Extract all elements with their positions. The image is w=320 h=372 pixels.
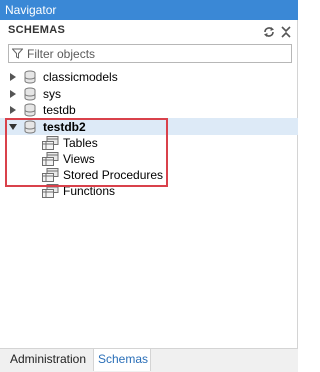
database-icon xyxy=(24,120,36,134)
tree-item-views[interactable]: Views xyxy=(0,151,298,167)
database-icon xyxy=(24,103,36,117)
procedure-folder-icon xyxy=(42,168,59,182)
database-icon xyxy=(24,70,36,84)
schema-label: testdb xyxy=(43,103,76,117)
database-icon xyxy=(24,87,36,101)
filter-objects-input[interactable] xyxy=(25,45,291,62)
view-folder-icon xyxy=(42,152,59,166)
schema-label: sys xyxy=(43,87,61,101)
navigator-panel: Navigator SCHEMAS Filter objects classic… xyxy=(0,0,298,372)
schema-label: testdb2 xyxy=(43,120,86,134)
schema-row-testdb[interactable]: testdb xyxy=(0,102,298,118)
tree-item-label: Views xyxy=(63,152,95,166)
function-folder-icon xyxy=(42,184,59,198)
tab-schemas[interactable]: Schemas xyxy=(93,349,151,371)
bottom-tab-bar: Administration Schemas xyxy=(0,348,298,372)
schemas-label: SCHEMAS xyxy=(8,24,66,36)
expand-arrow-icon[interactable] xyxy=(10,106,16,114)
schemas-header: SCHEMAS xyxy=(0,22,298,42)
collapse-all-icon[interactable] xyxy=(279,25,293,39)
schema-row-classicmodels[interactable]: classicmodels xyxy=(0,69,298,85)
tree-item-label: Functions xyxy=(63,184,116,198)
expand-arrow-icon[interactable] xyxy=(10,73,16,81)
schema-label: classicmodels xyxy=(43,70,118,84)
table-folder-icon xyxy=(42,136,59,150)
tree-item-label: Stored Procedures xyxy=(63,168,164,182)
navigator-title: Navigator xyxy=(0,0,298,20)
tree-item-functions[interactable]: Functions xyxy=(0,183,298,199)
tree-item-label: Tables xyxy=(63,136,98,150)
schema-row-sys[interactable]: sys xyxy=(0,86,298,102)
expand-arrow-icon[interactable] xyxy=(10,90,16,98)
schema-row-testdb2[interactable]: testdb2 xyxy=(0,119,298,135)
collapse-arrow-icon[interactable] xyxy=(9,124,17,130)
filter-icon xyxy=(11,48,24,59)
filter-objects-field[interactable] xyxy=(8,44,292,63)
refresh-icon[interactable] xyxy=(262,25,276,39)
tree-item-tables[interactable]: Tables xyxy=(0,135,298,151)
tree-item-stored-procedures[interactable]: Stored Procedures xyxy=(0,167,298,183)
tab-administration[interactable]: Administration xyxy=(6,349,90,371)
